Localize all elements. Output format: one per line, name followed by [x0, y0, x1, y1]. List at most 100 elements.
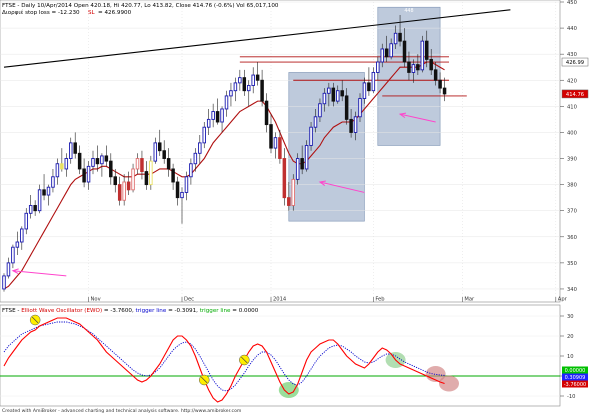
candle-body	[131, 168, 135, 191]
candle-body	[33, 205, 37, 212]
x-tick-label: 2014	[273, 297, 287, 303]
candle-body	[117, 184, 122, 201]
candle-body	[287, 197, 291, 206]
chart-title: FTSE - Daily 10/Apr/2014 Open 420.18, Hi…	[2, 3, 279, 9]
candle[interactable]	[2, 273, 6, 292]
candle-body	[135, 158, 140, 170]
candle-body	[104, 155, 109, 162]
candle-body	[215, 111, 220, 123]
candle-body	[202, 126, 206, 144]
y-tick-label: 370	[567, 209, 577, 215]
candle-body	[189, 163, 193, 178]
candle-body	[42, 189, 46, 196]
candle-body	[393, 32, 398, 45]
candle-body	[367, 82, 371, 92]
candle-body	[398, 32, 402, 42]
candle-body	[273, 137, 278, 149]
candle-body	[86, 165, 91, 183]
candle-body	[224, 95, 229, 110]
ewo-badge-label: 0.00000	[565, 368, 586, 374]
x-tick-label: Mar	[464, 297, 475, 303]
candle-body	[362, 82, 367, 99]
candle-body	[229, 90, 233, 97]
candle-body	[344, 95, 349, 120]
candle-body	[24, 212, 29, 230]
x-tick-label: Apr	[558, 297, 568, 303]
highlight-zone	[288, 72, 365, 222]
price-badge-label: 426.99	[566, 60, 584, 66]
candle-body	[193, 152, 198, 165]
ewo-header: FTSE - Elliott Wave Oscillator (EWO) = -…	[2, 308, 259, 314]
candle-body	[269, 124, 273, 149]
candle-body	[295, 158, 300, 180]
candle[interactable]	[420, 35, 425, 73]
candle-body	[438, 79, 442, 89]
candle-body	[402, 40, 407, 63]
candle-body	[291, 178, 296, 206]
candle-body	[82, 168, 86, 183]
candle-body	[349, 118, 353, 133]
candle-body	[198, 142, 202, 154]
candle-body	[380, 48, 385, 63]
candle-body	[322, 92, 327, 105]
zone-label: 448	[404, 8, 413, 14]
y-tick-label: 440	[567, 26, 577, 32]
candle-body	[144, 171, 149, 186]
y-tick-label: 340	[567, 287, 577, 293]
y-tick-label: 450	[567, 0, 577, 6]
candle-body	[384, 48, 389, 58]
candle-body	[28, 205, 33, 214]
footer-credit: Created with AmiBroker - advanced charti…	[2, 408, 242, 414]
candle-body	[95, 158, 100, 165]
x-tick-label: Nov	[91, 297, 101, 303]
candle-body	[313, 116, 318, 128]
y-tick-label: 430	[567, 52, 577, 58]
candle-body	[6, 262, 11, 277]
candle-body	[180, 191, 184, 199]
candle-body	[2, 275, 6, 290]
candle-body	[376, 61, 380, 73]
chart-canvas: 448 340 350 360 370 380 390 400 410 420 430 440 450…	[0, 0, 589, 414]
ewo-badge-label: -3.76000	[564, 382, 586, 388]
candle-body	[166, 158, 171, 170]
candle-body	[109, 160, 113, 178]
candle-body	[278, 137, 282, 159]
y-tick-label: 350	[567, 261, 577, 267]
candle-body	[60, 163, 64, 170]
candle-body	[407, 61, 411, 73]
chart-window: 448 340 350 360 370 380 390 400 410 420 430 440 450…	[0, 0, 590, 415]
candle-body	[184, 176, 189, 193]
candle-body	[157, 142, 162, 152]
y-tick-label: 390	[567, 157, 577, 163]
candle-body	[300, 158, 304, 170]
candle[interactable]	[149, 155, 153, 190]
candle-body	[336, 90, 340, 102]
y-tick-label: 400	[567, 130, 577, 136]
candle-body	[206, 118, 211, 128]
candle-body	[238, 77, 242, 84]
x-tick-label: Dec	[184, 297, 194, 303]
candle-body	[327, 87, 331, 94]
sl-value: = 426.9900	[98, 10, 132, 16]
candle-body	[55, 163, 60, 178]
candle-body	[153, 142, 158, 162]
candle-body	[260, 79, 264, 102]
candle[interactable]	[291, 174, 296, 211]
candle-body	[304, 145, 309, 170]
candle-body	[51, 176, 55, 188]
candle-body	[175, 181, 180, 199]
candle-body	[211, 111, 215, 120]
ewo-badge-label: 0.30909	[565, 375, 586, 381]
ewo-y-tick-label: 30	[567, 314, 574, 320]
candle-body	[37, 189, 42, 212]
candle-body	[264, 100, 269, 126]
candle-body	[411, 64, 416, 73]
stop-loss-text: Διορφιέ stop loss = -12.230	[2, 9, 80, 16]
candle-body	[11, 246, 15, 264]
price-badge-label: 414.76	[566, 92, 584, 98]
y-tick-label: 410	[567, 104, 577, 110]
candle-body	[318, 103, 322, 118]
ewo-y-tick-label: 10	[567, 354, 574, 360]
candle-body	[433, 69, 438, 81]
signal-highlight	[439, 375, 459, 392]
